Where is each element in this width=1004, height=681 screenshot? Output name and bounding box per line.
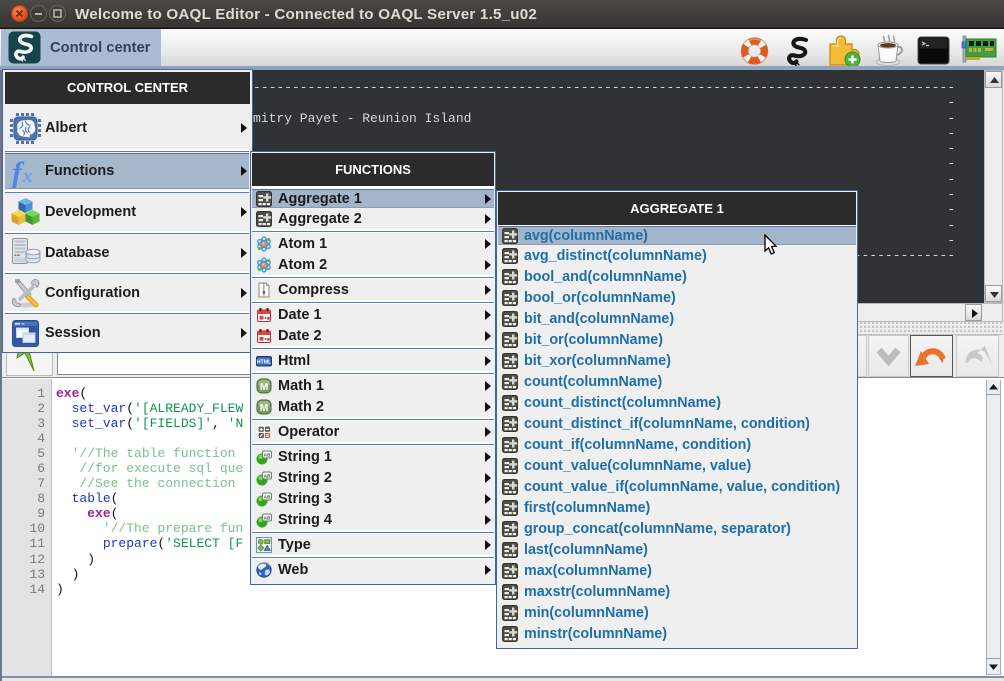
svg-text:AB: AB (264, 473, 271, 478)
svg-text:M: M (260, 382, 268, 393)
svg-text:x: x (22, 166, 33, 187)
svg-text:M: M (260, 403, 268, 414)
svg-text:HTML: HTML (257, 359, 272, 365)
svg-text:AB: AB (264, 452, 271, 457)
svg-text:AB: AB (264, 515, 271, 520)
svg-text:AB: AB (264, 494, 271, 499)
